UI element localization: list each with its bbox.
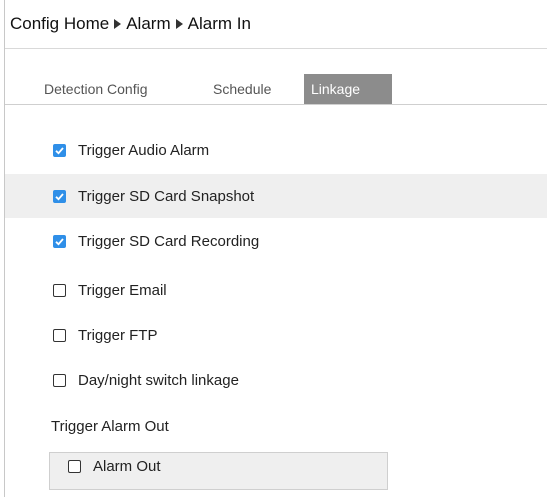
option-row-trigger-ftp: Trigger FTP xyxy=(5,313,547,357)
breadcrumb-alarm-in: Alarm In xyxy=(187,14,251,33)
config-panel: Config Home Alarm Alarm In Detection Con… xyxy=(4,0,547,497)
trigger-sd-card-recording-checkbox[interactable] xyxy=(53,234,66,248)
tab-schedule[interactable]: Schedule xyxy=(206,74,278,104)
trigger-sd-card-recording-label: Trigger SD Card Recording xyxy=(78,232,260,250)
tab-linkage[interactable]: Linkage xyxy=(304,74,392,104)
alarm-out-item: Alarm Out xyxy=(50,453,161,479)
tab-bar: Detection Config Schedule Linkage xyxy=(5,74,547,105)
trigger-email-checkbox[interactable] xyxy=(53,283,66,297)
option-row-trigger-sd-card-snapshot: Trigger SD Card Snapshot xyxy=(5,174,547,218)
breadcrumb-alarm[interactable]: Alarm xyxy=(126,14,170,34)
checkmark-icon xyxy=(55,237,64,246)
checkmark-icon xyxy=(55,192,64,201)
alarm-out-list: Alarm Out xyxy=(49,452,388,490)
trigger-sd-card-snapshot-label: Trigger SD Card Snapshot xyxy=(78,187,255,205)
alarm-out-label: Alarm Out xyxy=(93,457,161,475)
trigger-ftp-checkbox[interactable] xyxy=(53,328,66,342)
breadcrumb-separator-icon xyxy=(175,19,183,29)
tab-detection-config[interactable]: Detection Config xyxy=(37,74,155,104)
option-row-trigger-sd-card-recording: Trigger SD Card Recording xyxy=(5,219,547,263)
trigger-ftp-label: Trigger FTP xyxy=(78,326,158,344)
trigger-audio-alarm-label: Trigger Audio Alarm xyxy=(78,141,210,159)
trigger-email-label: Trigger Email xyxy=(78,281,167,299)
trigger-alarm-out-heading: Trigger Alarm Out xyxy=(51,418,169,435)
breadcrumb-separator-icon xyxy=(114,19,122,29)
alarm-out-checkbox[interactable] xyxy=(68,459,81,473)
breadcrumb: Config Home Alarm Alarm In xyxy=(5,0,547,49)
option-row-trigger-email: Trigger Email xyxy=(5,268,547,312)
breadcrumb-config-home[interactable]: Config Home xyxy=(10,14,109,34)
checkmark-icon xyxy=(55,146,64,155)
day-night-switch-linkage-checkbox[interactable] xyxy=(53,373,66,387)
trigger-sd-card-snapshot-checkbox[interactable] xyxy=(53,189,66,203)
day-night-switch-linkage-label: Day/night switch linkage xyxy=(78,371,239,389)
trigger-audio-alarm-checkbox[interactable] xyxy=(53,143,66,157)
option-row-day-night-switch-linkage: Day/night switch linkage xyxy=(5,358,547,402)
option-row-trigger-audio-alarm: Trigger Audio Alarm xyxy=(5,128,547,172)
